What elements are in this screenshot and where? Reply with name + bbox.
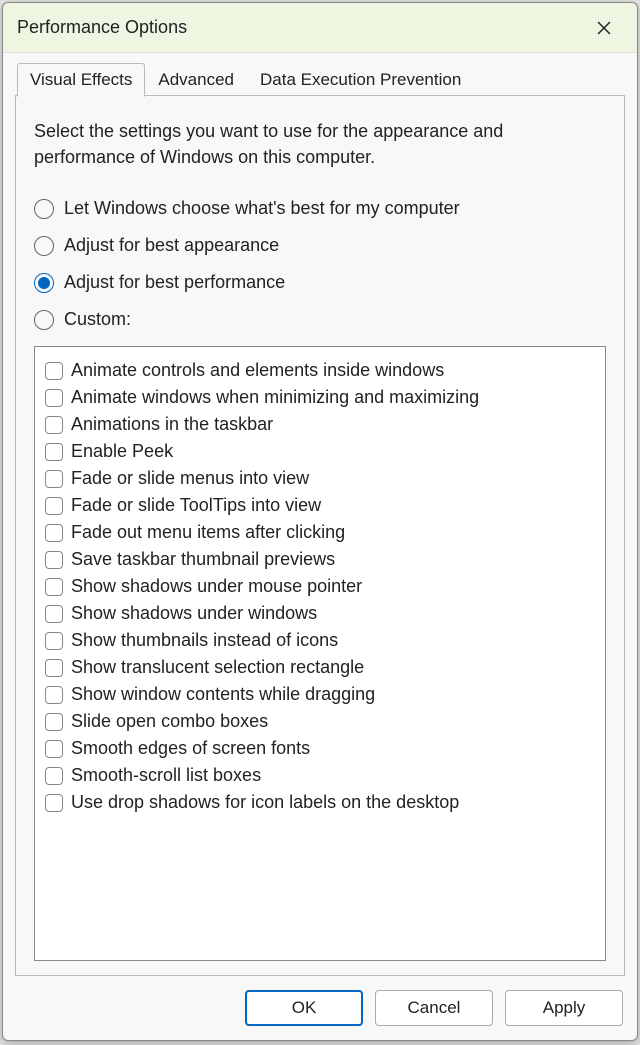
radio-option[interactable]: Let Windows choose what's best for my co… (34, 198, 606, 219)
radio-icon (34, 310, 54, 330)
checkbox-icon (45, 605, 63, 623)
radio-label: Custom: (64, 309, 131, 330)
checkbox-option[interactable]: Show window contents while dragging (43, 681, 597, 708)
performance-options-dialog: Performance Options Visual EffectsAdvanc… (2, 2, 638, 1041)
titlebar: Performance Options (3, 3, 637, 53)
checkbox-icon (45, 686, 63, 704)
checkbox-option[interactable]: Fade or slide ToolTips into view (43, 492, 597, 519)
radio-label: Adjust for best appearance (64, 235, 279, 256)
checkbox-icon (45, 632, 63, 650)
checkbox-label: Use drop shadows for icon labels on the … (71, 792, 459, 813)
checkbox-label: Fade or slide ToolTips into view (71, 495, 321, 516)
checkbox-option[interactable]: Enable Peek (43, 438, 597, 465)
checkbox-label: Smooth edges of screen fonts (71, 738, 310, 759)
checkbox-option[interactable]: Animate controls and elements inside win… (43, 357, 597, 384)
checkbox-label: Smooth-scroll list boxes (71, 765, 261, 786)
checkbox-option[interactable]: Use drop shadows for icon labels on the … (43, 789, 597, 816)
checkbox-option[interactable]: Animations in the taskbar (43, 411, 597, 438)
checkbox-icon (45, 524, 63, 542)
checkbox-label: Fade or slide menus into view (71, 468, 309, 489)
checkbox-label: Animate windows when minimizing and maxi… (71, 387, 479, 408)
checkbox-icon (45, 497, 63, 515)
checkbox-icon (45, 794, 63, 812)
ok-button[interactable]: OK (245, 990, 363, 1026)
checkbox-option[interactable]: Show translucent selection rectangle (43, 654, 597, 681)
checkbox-icon (45, 740, 63, 758)
radio-icon (34, 199, 54, 219)
checkbox-label: Show translucent selection rectangle (71, 657, 364, 678)
checkbox-option[interactable]: Animate windows when minimizing and maxi… (43, 384, 597, 411)
checkbox-icon (45, 470, 63, 488)
dialog-content: Visual EffectsAdvancedData Execution Pre… (3, 53, 637, 976)
radio-label: Let Windows choose what's best for my co… (64, 198, 460, 219)
checkbox-option[interactable]: Show thumbnails instead of icons (43, 627, 597, 654)
checkbox-label: Show thumbnails instead of icons (71, 630, 338, 651)
checkbox-label: Save taskbar thumbnail previews (71, 549, 335, 570)
checkbox-option[interactable]: Slide open combo boxes (43, 708, 597, 735)
tab-data-execution-prevention[interactable]: Data Execution Prevention (247, 63, 474, 96)
checkbox-icon (45, 443, 63, 461)
checkbox-icon (45, 713, 63, 731)
checkbox-label: Animations in the taskbar (71, 414, 273, 435)
radio-label: Adjust for best performance (64, 272, 285, 293)
tab-panel-visual-effects: Select the settings you want to use for … (15, 95, 625, 976)
description-text: Select the settings you want to use for … (34, 118, 606, 170)
apply-button[interactable]: Apply (505, 990, 623, 1026)
checkbox-icon (45, 659, 63, 677)
radio-icon (34, 236, 54, 256)
tab-strip: Visual EffectsAdvancedData Execution Pre… (15, 63, 625, 96)
checkbox-label: Animate controls and elements inside win… (71, 360, 444, 381)
checkbox-option[interactable]: Show shadows under mouse pointer (43, 573, 597, 600)
checkbox-label: Enable Peek (71, 441, 173, 462)
cancel-button[interactable]: Cancel (375, 990, 493, 1026)
tab-visual-effects[interactable]: Visual Effects (17, 63, 145, 97)
close-button[interactable] (585, 9, 623, 47)
checkbox-icon (45, 362, 63, 380)
radio-option[interactable]: Adjust for best appearance (34, 235, 606, 256)
checkbox-option[interactable]: Fade or slide menus into view (43, 465, 597, 492)
tab-advanced[interactable]: Advanced (145, 63, 247, 96)
radio-option[interactable]: Custom: (34, 309, 606, 330)
checkbox-label: Show shadows under windows (71, 603, 317, 624)
radio-group: Let Windows choose what's best for my co… (34, 198, 606, 330)
checkbox-icon (45, 578, 63, 596)
checkbox-label: Show window contents while dragging (71, 684, 375, 705)
checkbox-icon (45, 389, 63, 407)
checkbox-option[interactable]: Show shadows under windows (43, 600, 597, 627)
effects-checkbox-list[interactable]: Animate controls and elements inside win… (34, 346, 606, 961)
checkbox-icon (45, 767, 63, 785)
checkbox-label: Show shadows under mouse pointer (71, 576, 362, 597)
checkbox-option[interactable]: Fade out menu items after clicking (43, 519, 597, 546)
checkbox-option[interactable]: Smooth-scroll list boxes (43, 762, 597, 789)
window-title: Performance Options (17, 17, 585, 38)
close-icon (596, 20, 612, 36)
checkbox-icon (45, 416, 63, 434)
checkbox-option[interactable]: Save taskbar thumbnail previews (43, 546, 597, 573)
radio-option[interactable]: Adjust for best performance (34, 272, 606, 293)
checkbox-icon (45, 551, 63, 569)
checkbox-label: Fade out menu items after clicking (71, 522, 345, 543)
checkbox-label: Slide open combo boxes (71, 711, 268, 732)
radio-icon (34, 273, 54, 293)
button-row: OK Cancel Apply (3, 976, 637, 1040)
checkbox-option[interactable]: Smooth edges of screen fonts (43, 735, 597, 762)
